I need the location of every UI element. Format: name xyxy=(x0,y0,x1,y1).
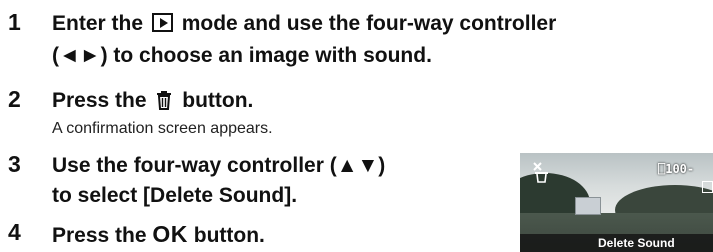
trash-can-icon xyxy=(157,91,172,110)
step-1: 1 Enter the mode and use the four-way co… xyxy=(0,8,713,68)
step-text-part: mode and use the four-way controller xyxy=(181,12,557,35)
delete-sound-menu-item[interactable]: Delete Sound xyxy=(520,234,713,252)
step-text-part: button. xyxy=(193,224,265,247)
file-number: ⎕100- xyxy=(658,162,694,176)
step-number: 3 xyxy=(8,151,21,177)
step-instruction: Press the button. xyxy=(52,86,253,116)
step-4: 4 Press the OK button. xyxy=(0,218,520,252)
file-number-text: 100- xyxy=(665,162,695,176)
playback-mode-icon xyxy=(151,13,173,32)
delete-image-icon xyxy=(533,162,548,183)
ok-button-label: OK xyxy=(152,221,188,247)
camera-screen-preview: ⎕100- Delete Sound xyxy=(520,153,713,252)
step-number: 2 xyxy=(8,86,21,112)
step-number: 4 xyxy=(8,219,21,245)
preview-sign xyxy=(575,197,601,215)
step-text-part: Press the xyxy=(52,89,147,112)
step-instruction: Enter the mode and use the four-way cont… xyxy=(52,9,556,39)
step-instruction-line-2: to select [Delete Sound]. xyxy=(52,184,298,207)
step-instruction: Press the OK button. xyxy=(52,219,265,251)
step-text-part: Enter the xyxy=(52,12,144,35)
step-instruction-line-2: (◄►) to choose an image with sound. xyxy=(52,44,432,67)
step-note: A confirmation screen appears. xyxy=(52,120,273,137)
step-number: 1 xyxy=(8,9,21,35)
step-text-part: button. xyxy=(182,89,254,112)
step-2: 2 Press the button. A confirmation scree… xyxy=(0,85,713,137)
step-instruction: Use the four-way controller (▲▼) xyxy=(52,154,386,177)
card-icon xyxy=(702,181,713,193)
step-3: 3 Use the four-way controller (▲▼) to se… xyxy=(0,150,520,210)
step-text-part: Press the xyxy=(52,224,147,247)
